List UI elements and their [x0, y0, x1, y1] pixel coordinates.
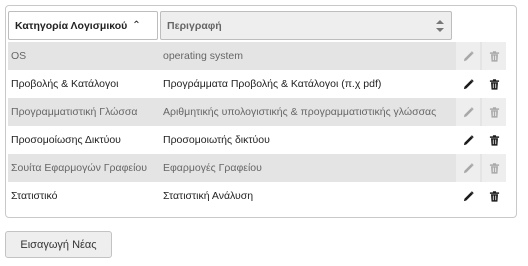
pencil-icon: [463, 106, 474, 118]
add-new-button[interactable]: Εισαγωγή Νέας: [5, 231, 112, 258]
trash-icon: [489, 106, 500, 118]
trash-icon: [489, 190, 500, 202]
category-cell: Προσομοίωσης Δικτύου: [11, 134, 121, 146]
delete-button[interactable]: [482, 98, 506, 126]
category-cell: OS: [11, 50, 27, 62]
column-header-category-label: Κατηγορία Λογισμικού: [15, 19, 128, 32]
table-row[interactable]: OS operating system: [8, 42, 506, 70]
pencil-icon: [463, 190, 474, 202]
delete-button[interactable]: [482, 126, 506, 154]
table-row[interactable]: Προγραμματιστική Γλώσσα Αριθμητικής υπολ…: [8, 98, 506, 126]
description-cell: Προσομοιωτής δικτύου: [163, 134, 270, 146]
table-row[interactable]: Προβολής & Κατάλογοι Προγράμματα Προβολή…: [8, 70, 506, 98]
category-cell: Σουίτα Εφαρμογών Γραφείου: [11, 162, 147, 174]
table-body: OS operating system Προβολής & Κατάλογοι…: [8, 42, 506, 210]
delete-button[interactable]: [482, 154, 506, 182]
pencil-icon: [463, 134, 474, 146]
sort-both-icon: [435, 19, 445, 33]
category-cell: Προγραμματιστική Γλώσσα: [11, 106, 138, 118]
pencil-icon: [463, 162, 474, 174]
column-header-description[interactable]: Περιγραφή: [160, 11, 452, 40]
table-row[interactable]: Σουίτα Εφαρμογών Γραφείου Εφαρμογές Γραφ…: [8, 154, 506, 182]
delete-button[interactable]: [482, 182, 506, 210]
trash-icon: [489, 78, 500, 90]
edit-button[interactable]: [456, 42, 480, 70]
edit-button[interactable]: [456, 154, 480, 182]
description-cell: Προγράμματα Προβολής & Κατάλογοι (π.χ pd…: [163, 78, 382, 90]
delete-button[interactable]: [482, 42, 506, 70]
column-header-category[interactable]: Κατηγορία Λογισμικού ⌃: [8, 11, 158, 40]
table-row[interactable]: Στατιστικό Στατιστική Ανάλυση: [8, 182, 506, 210]
trash-icon: [489, 134, 500, 146]
category-cell: Προβολής & Κατάλογοι: [11, 78, 119, 90]
trash-icon: [489, 50, 500, 62]
edit-button[interactable]: [456, 126, 480, 154]
column-header-description-label: Περιγραφή: [167, 19, 222, 32]
sort-ascending-icon: ⌃: [132, 20, 141, 31]
edit-button[interactable]: [456, 98, 480, 126]
description-cell: operating system: [163, 50, 243, 62]
description-cell: Εφαρμογές Γραφείου: [163, 162, 262, 174]
pencil-icon: [463, 78, 474, 90]
description-cell: Αριθμητικής υπολογιστικής & προγραμματισ…: [163, 106, 437, 118]
category-cell: Στατιστικό: [11, 190, 58, 202]
edit-button[interactable]: [456, 70, 480, 98]
pencil-icon: [463, 50, 474, 62]
trash-icon: [489, 162, 500, 174]
table-row[interactable]: Προσομοίωσης Δικτύου Προσομοιωτής δικτύο…: [8, 126, 506, 154]
edit-button[interactable]: [456, 182, 480, 210]
description-cell: Στατιστική Ανάλυση: [163, 190, 254, 202]
delete-button[interactable]: [482, 70, 506, 98]
